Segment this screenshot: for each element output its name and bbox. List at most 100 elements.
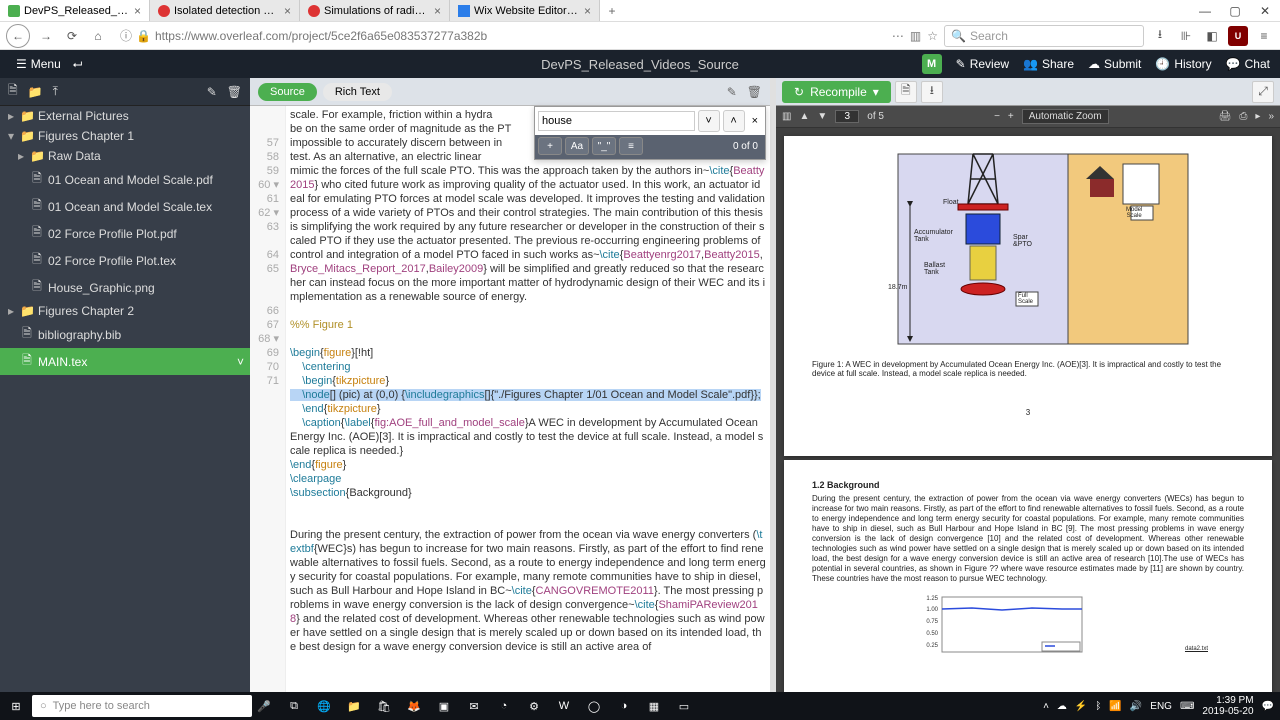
menu-button[interactable]: ☰ Menu xyxy=(10,55,67,73)
folder-item[interactable]: ▾📁Figures Chapter 1 xyxy=(0,126,250,146)
forward-button[interactable]: → xyxy=(36,26,56,46)
reload-button[interactable]: ⟳ xyxy=(62,26,82,46)
upload-icon[interactable]: ⤒ xyxy=(53,84,58,99)
case-option[interactable]: Aa xyxy=(565,137,589,155)
file-item[interactable]: 🗎bibliography.bib xyxy=(0,321,250,348)
menu-icon[interactable]: ≡ xyxy=(1254,26,1274,46)
close-icon[interactable]: × xyxy=(584,4,591,18)
browser-tab[interactable]: Isolated detection of elastic w × xyxy=(150,0,300,21)
star-icon[interactable]: ☆ xyxy=(927,29,938,43)
replace-toggle[interactable]: + xyxy=(538,137,562,155)
app-icon[interactable]: ◔ xyxy=(490,694,518,718)
review-button[interactable]: ✎ Review xyxy=(956,57,1009,71)
download-icon[interactable]: ⎙ xyxy=(1239,111,1247,122)
chat-button[interactable]: 💬 Chat xyxy=(1226,57,1270,71)
taskbar-clock[interactable]: 1:39 PM2019-05-20 xyxy=(1202,695,1253,717)
app-icon[interactable]: ▦ xyxy=(640,694,668,718)
notifications-icon[interactable]: 💬 xyxy=(1262,701,1274,712)
library-icon[interactable]: ⊪ xyxy=(1176,26,1196,46)
edge-icon[interactable]: 🌐 xyxy=(310,694,338,718)
browser-tab[interactable]: DevPS_Released_Videos_Sour × xyxy=(0,0,150,21)
zoom-out-icon[interactable]: − xyxy=(994,111,1000,122)
expand-icon[interactable]: ⤢ xyxy=(1252,81,1274,103)
back-button[interactable]: ← xyxy=(6,24,30,48)
page-up-icon[interactable]: ▲ xyxy=(799,111,809,122)
folder-item[interactable]: ▸📁External Pictures xyxy=(0,106,250,126)
file-item[interactable]: 🗎MAIN.tex˅ xyxy=(0,348,250,375)
share-button[interactable]: 👥 Share xyxy=(1023,57,1074,71)
browser-tab[interactable]: Wix Website Editor - mysite × xyxy=(450,0,600,21)
code-text[interactable]: scale. For example, friction within a hy… xyxy=(286,106,770,720)
new-file-icon[interactable]: 🗎 xyxy=(8,81,18,102)
source-tab[interactable]: Source xyxy=(258,83,317,101)
new-folder-icon[interactable]: 📁 xyxy=(28,85,43,99)
app-icon[interactable]: ◑ xyxy=(610,694,638,718)
page-down-icon[interactable]: ▼ xyxy=(817,111,827,122)
folder-item[interactable]: ▸📁Figures Chapter 2 xyxy=(0,301,250,321)
close-find-icon[interactable]: × xyxy=(748,115,762,127)
richtext-tab[interactable]: Rich Text xyxy=(323,83,392,101)
submit-button[interactable]: ☁ Submit xyxy=(1088,57,1141,71)
trash-icon[interactable]: 🗑 xyxy=(747,85,762,99)
explorer-icon[interactable]: 📁 xyxy=(340,694,368,718)
rename-icon[interactable]: ✎ xyxy=(207,85,217,99)
taskbar-search[interactable]: ○ Type here to search xyxy=(32,695,252,717)
close-icon[interactable]: × xyxy=(134,4,141,18)
word-icon[interactable]: W xyxy=(550,694,578,718)
history-button[interactable]: 🕘 History xyxy=(1155,57,1211,71)
edit-icon[interactable]: ✎ xyxy=(727,85,737,99)
find-prev-button[interactable]: ˄ xyxy=(723,110,745,132)
file-item[interactable]: 🗎02 Force Profile Plot.pdf xyxy=(0,220,250,247)
start-button[interactable]: ⊞ xyxy=(0,700,32,713)
present-icon[interactable]: ▸ xyxy=(1255,111,1260,122)
download-pdf-button[interactable]: ⭳ xyxy=(921,81,943,103)
find-next-button[interactable]: ˅ xyxy=(698,110,720,132)
cortana-mic-icon[interactable]: 🎤 xyxy=(252,700,276,713)
file-item[interactable]: 🗎01 Ocean and Model Scale.pdf xyxy=(0,166,250,193)
bluetooth-icon[interactable]: ᛒ xyxy=(1095,701,1101,712)
chrome-icon[interactable]: ◯ xyxy=(580,694,608,718)
address-bar[interactable]: ⓘ 🔒 https://www.overleaf.com/project/5ce… xyxy=(114,25,734,47)
wifi-icon[interactable]: 📶 xyxy=(1109,701,1121,712)
info-icon[interactable]: ⓘ xyxy=(120,27,132,44)
keyboard-icon[interactable]: ⌨ xyxy=(1180,701,1194,712)
task-view-icon[interactable]: ⧉ xyxy=(280,694,308,718)
pdf-pages[interactable]: Float Accumulator Tank Ballast Tank Spar… xyxy=(776,128,1280,720)
mail-icon[interactable]: ✉ xyxy=(460,694,488,718)
logs-button[interactable]: 🗎 xyxy=(895,81,917,103)
onedrive-icon[interactable]: ☁ xyxy=(1057,701,1067,712)
folder-item[interactable]: ▸📁Raw Data xyxy=(0,146,250,166)
search-box[interactable]: 🔍 Search xyxy=(944,25,1144,47)
whole-word-option[interactable]: ≡ xyxy=(619,137,643,155)
tools-icon[interactable]: » xyxy=(1268,111,1274,122)
settings-icon[interactable]: ⚙ xyxy=(520,694,548,718)
zoom-in-icon[interactable]: + xyxy=(1008,111,1014,122)
browser-tab[interactable]: Simulations of radiation press × xyxy=(300,0,450,21)
regex-option[interactable]: "_" xyxy=(592,137,616,155)
close-icon[interactable]: × xyxy=(284,4,291,18)
recompile-button[interactable]: ↻ Recompile ▾ xyxy=(782,81,891,103)
tray-up-icon[interactable]: ˄ xyxy=(1043,701,1049,712)
file-item[interactable]: 🗎02 Force Profile Plot.tex xyxy=(0,247,250,274)
sidebar-icon[interactable]: ◧ xyxy=(1202,26,1222,46)
new-tab-button[interactable]: + xyxy=(600,0,624,21)
find-input[interactable] xyxy=(538,111,695,131)
sidebar-toggle-icon[interactable]: ▥ xyxy=(782,111,791,122)
download-icon[interactable]: ⭳ xyxy=(1150,26,1170,46)
volume-icon[interactable]: 🔊 xyxy=(1130,701,1142,712)
page-input[interactable] xyxy=(835,110,859,123)
close-icon[interactable]: × xyxy=(434,4,441,18)
file-item[interactable]: 🗎01 Ocean and Model Scale.tex xyxy=(0,193,250,220)
delete-icon[interactable]: 🗑 xyxy=(227,85,242,99)
home-button[interactable]: ⌂ xyxy=(88,26,108,46)
back-to-projects[interactable]: ⮠ xyxy=(67,55,89,74)
close-window-button[interactable]: ✕ xyxy=(1250,0,1280,21)
code-editor[interactable]: 57585960 ▾6162 ▾636465666768 ▾697071 sca… xyxy=(250,106,770,720)
app-icon[interactable]: ▭ xyxy=(670,694,698,718)
dots-icon[interactable]: ⋯ xyxy=(892,29,904,43)
reader-icon[interactable]: ▥ xyxy=(910,29,921,43)
minimize-button[interactable]: — xyxy=(1190,0,1220,21)
firefox-icon[interactable]: 🦊 xyxy=(400,694,428,718)
lang-indicator[interactable]: ENG xyxy=(1150,701,1172,712)
user-avatar[interactable]: M xyxy=(922,54,942,74)
